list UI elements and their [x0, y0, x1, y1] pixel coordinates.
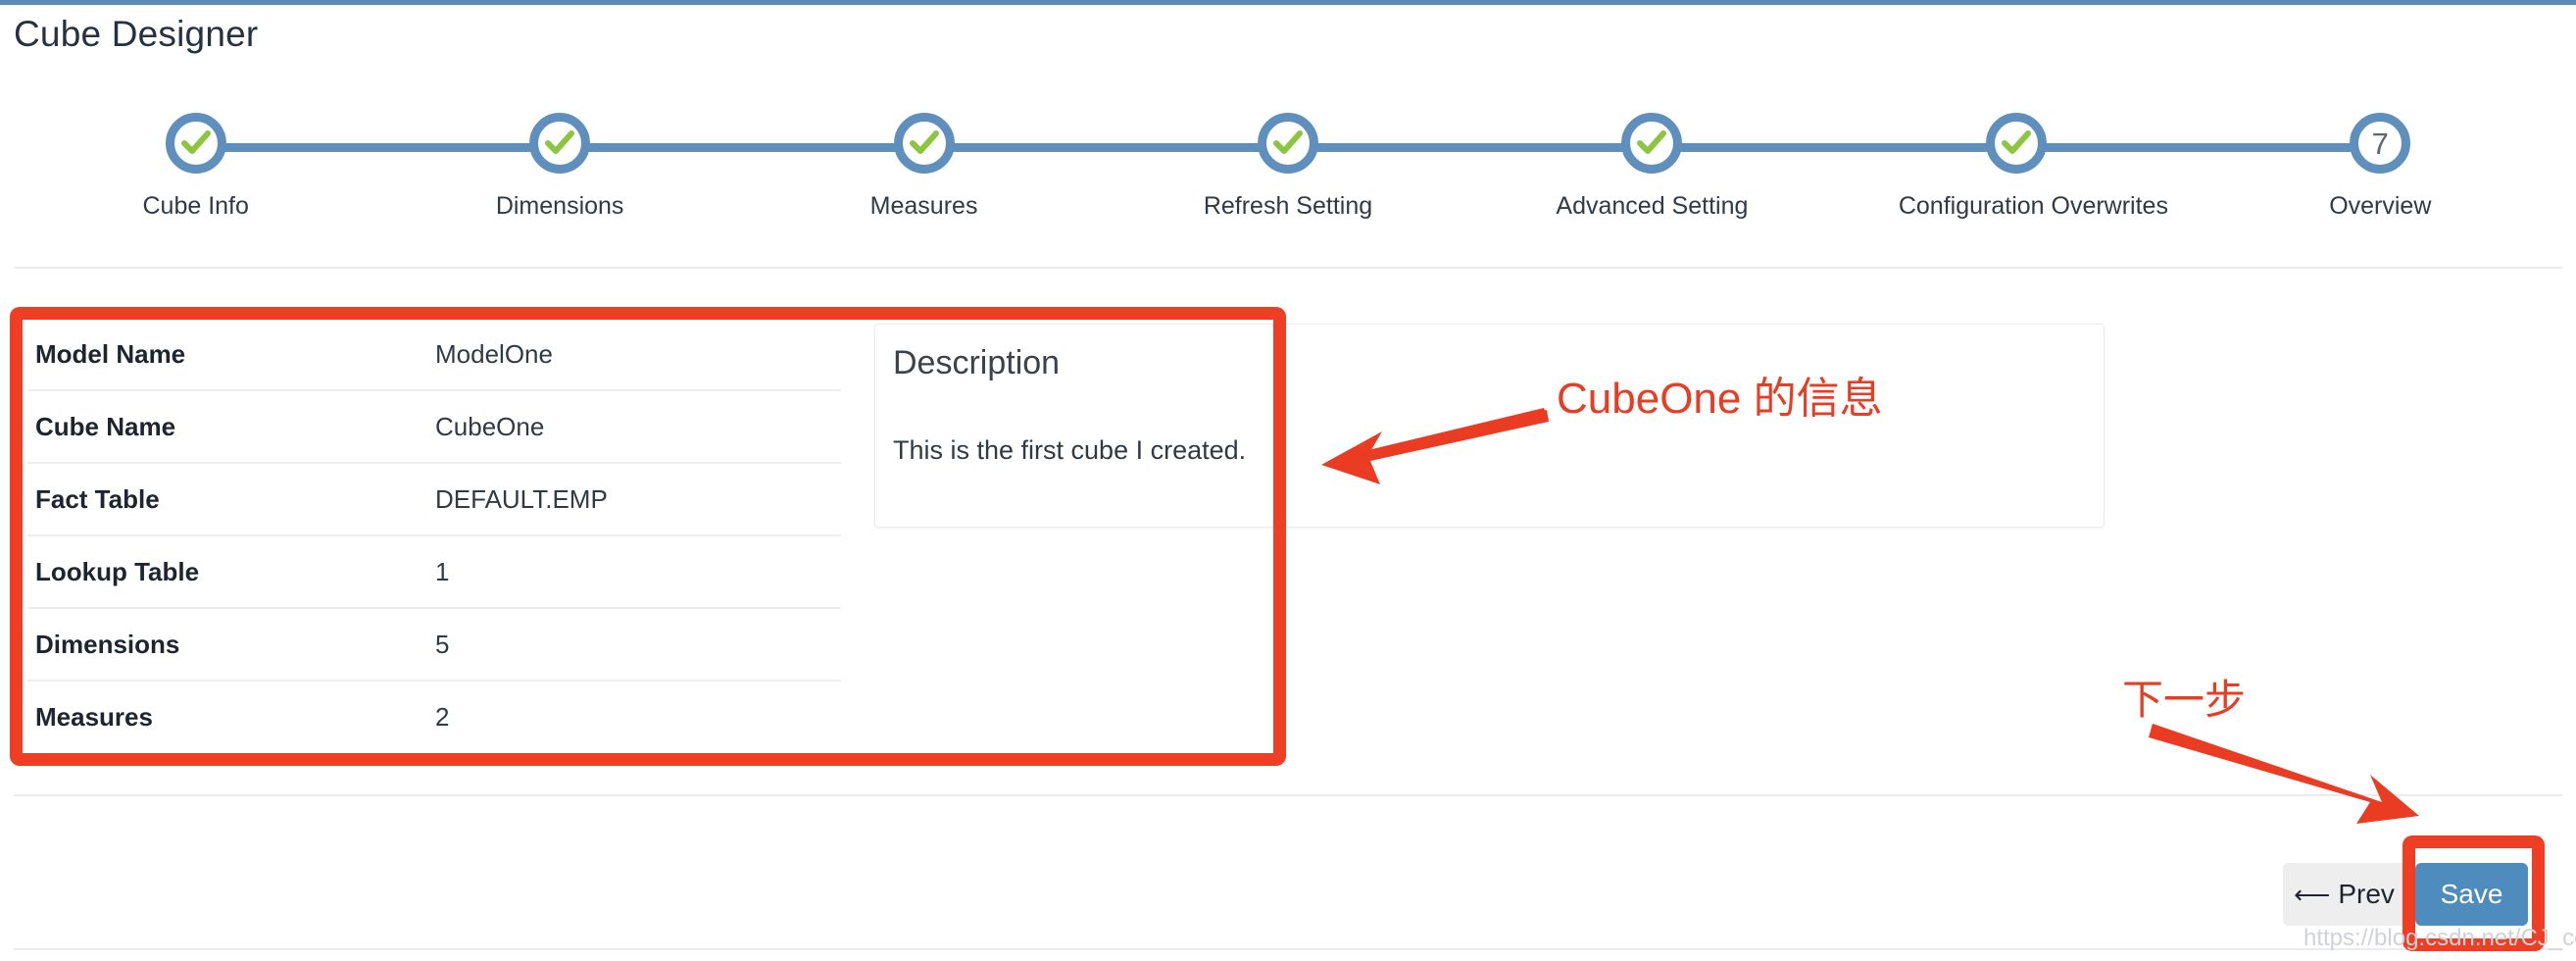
stepper-step-label: Measures	[869, 192, 978, 220]
page-title: Cube Designer	[14, 14, 259, 54]
stepper-step-label: Dimensions	[495, 192, 624, 220]
description-title: Description	[893, 344, 1061, 381]
check-icon	[893, 113, 955, 174]
cube-summary-table-body: Model Name ModelOne Cube Name CubeOne Fact T…	[27, 319, 841, 752]
stepper-step-dimensions[interactable]: Dimensions	[442, 98, 677, 221]
stepper-step-label: Overview	[2329, 192, 2432, 220]
arrow-left-icon: ⟵	[2294, 880, 2331, 909]
table-row: Model Name ModelOne	[27, 319, 841, 391]
summary-row-value: ModelOne	[427, 319, 841, 391]
stepper-step-cube-info[interactable]: Cube Info	[78, 98, 314, 221]
stepper-step-advanced-setting[interactable]: Advanced Setting	[1534, 98, 1769, 221]
table-row: Lookup Table 1	[27, 535, 841, 609]
stepper-step-label: Advanced Setting	[1556, 192, 1749, 220]
summary-row-key: Measures	[35, 701, 153, 732]
table-row: Measures 2	[27, 681, 841, 752]
stepper-step-refresh-setting[interactable]: Refresh Setting	[1170, 98, 1406, 221]
stepper-step-overview[interactable]: 7 Overview	[2262, 98, 2498, 221]
description-text: This is the first cube I created.	[893, 435, 1247, 465]
wizard-stepper: Cube Info Dimensions Measures Refresh Setti…	[14, 98, 2562, 235]
summary-row-key: Lookup Table	[27, 535, 427, 609]
check-icon	[165, 113, 226, 174]
summary-row-key: Dimensions	[27, 608, 427, 682]
summary-row-value: 1	[427, 535, 841, 609]
summary-row-value: CubeOne	[427, 390, 841, 464]
stepper-step-label: Refresh Setting	[1203, 192, 1373, 220]
step-number-label: 7	[2371, 126, 2389, 161]
check-icon	[529, 113, 591, 174]
summary-row-value: 5	[427, 608, 841, 682]
check-icon	[1621, 113, 1683, 174]
check-icon	[1985, 113, 2047, 174]
save-button[interactable]: Save	[2415, 863, 2528, 926]
stepper-step-label: Cube Info	[142, 192, 249, 220]
prev-button-label: Prev	[2338, 879, 2395, 909]
summary-row-key: Fact Table	[27, 463, 427, 536]
annotation-arrow-down-right-icon	[2149, 724, 2419, 824]
annotation-label-next-step: 下一步	[2122, 677, 2247, 723]
top-accent-bar	[0, 0, 2576, 5]
check-icon	[1258, 113, 1318, 174]
summary-row-value: DEFAULT.EMP	[427, 463, 841, 536]
table-row: Dimensions 5	[27, 608, 841, 682]
description-card: Description This is the first cube I cre…	[874, 324, 2105, 528]
step-number: 7	[2350, 113, 2411, 174]
table-row: Cube Name CubeOne	[27, 390, 841, 464]
cube-summary-table: Model Name ModelOne Cube Name CubeOne Fact T…	[27, 319, 841, 752]
divider-top	[14, 267, 2562, 269]
stepper-step-label: Configuration Overwrites	[1898, 192, 2168, 220]
summary-row-key: Model Name	[27, 319, 427, 391]
stepper-step-measures[interactable]: Measures	[807, 98, 1042, 221]
summary-row-value: 2	[435, 701, 450, 732]
stepper-step-configuration-overwrites[interactable]: Configuration Overwrites	[1898, 98, 2168, 221]
divider-bottom	[14, 948, 2562, 950]
divider-footer-top	[14, 794, 2562, 796]
summary-row-key: Cube Name	[27, 390, 427, 464]
table-row: Fact Table DEFAULT.EMP	[27, 463, 841, 536]
prev-button[interactable]: ⟵ Prev	[2283, 863, 2405, 926]
save-button-label: Save	[2440, 879, 2503, 909]
